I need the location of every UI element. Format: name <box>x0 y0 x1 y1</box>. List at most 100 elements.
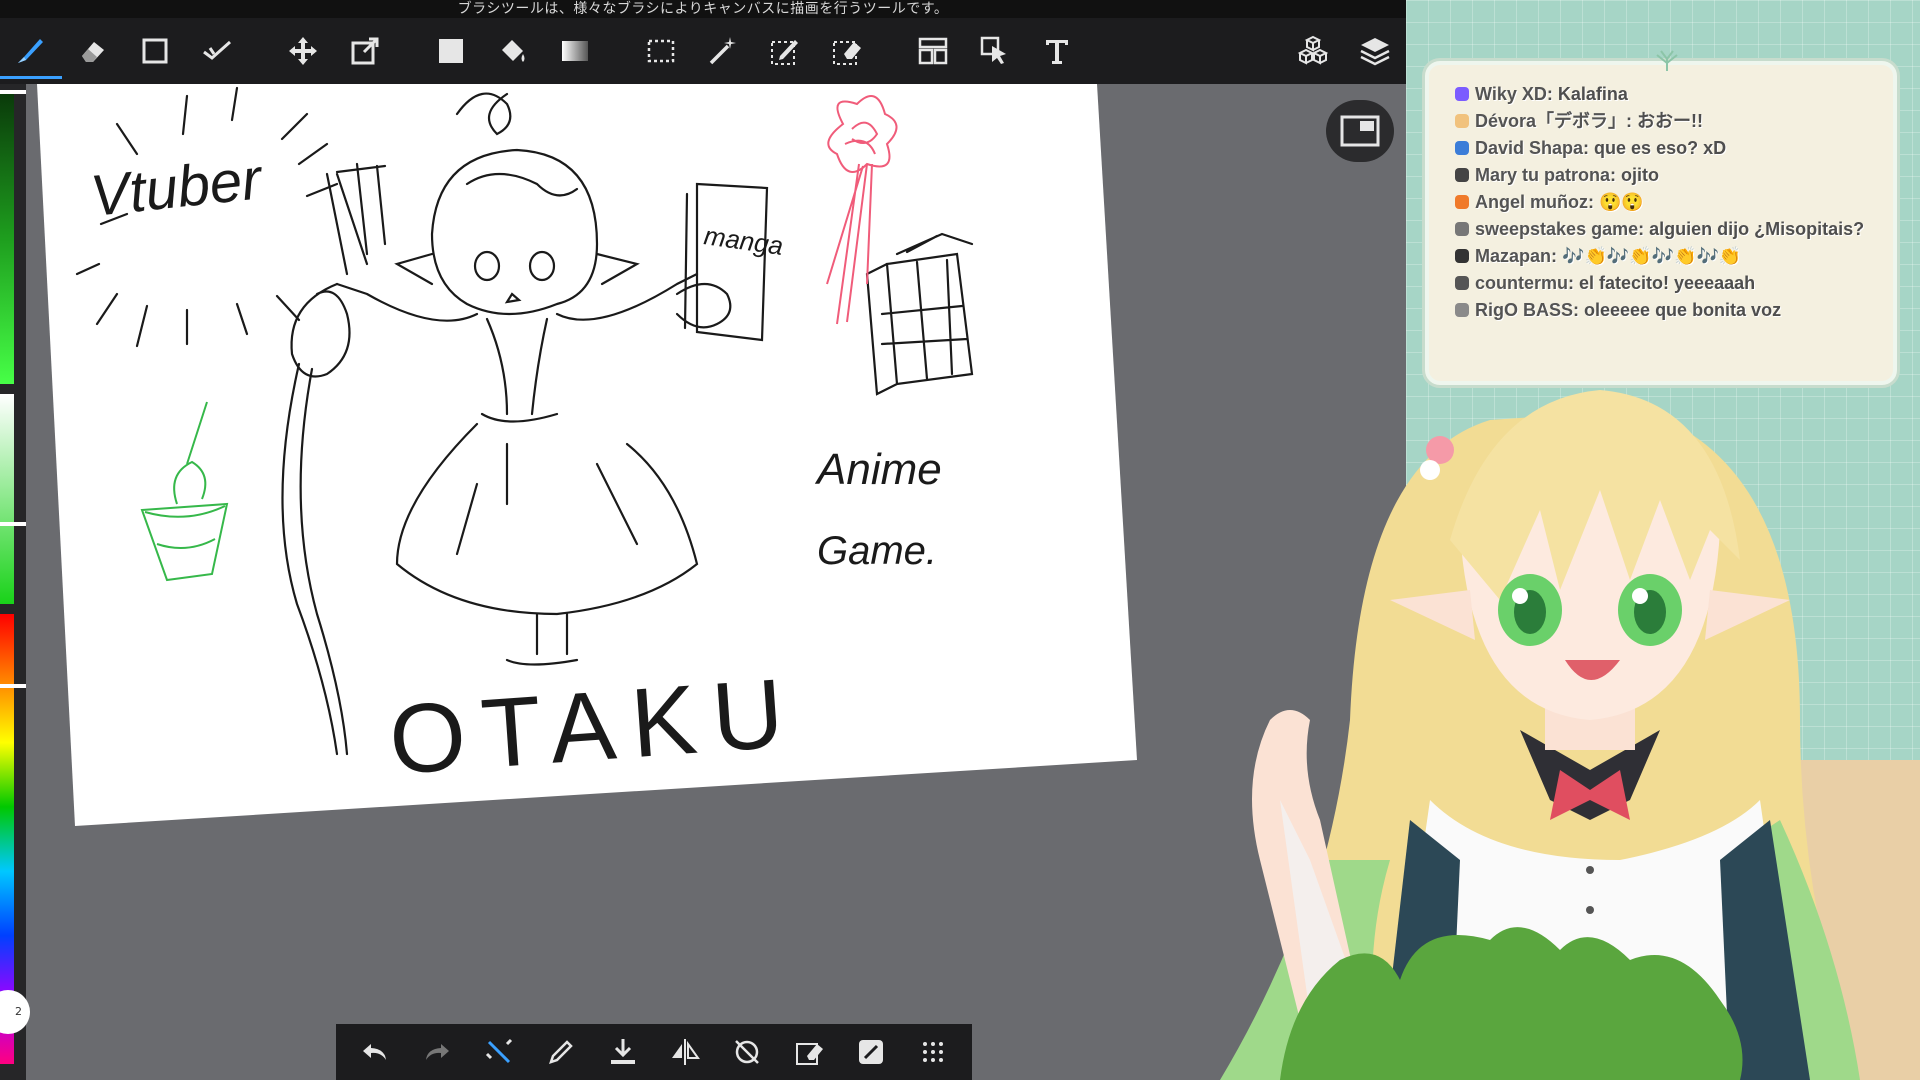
grid-menu-icon <box>923 1042 943 1062</box>
eraser-icon <box>82 42 104 62</box>
chat-username: Wiky XD <box>1475 84 1547 104</box>
bucket-icon <box>502 40 525 62</box>
clear-selection-button[interactable] <box>784 1027 834 1077</box>
select-clear-icon <box>796 1043 823 1065</box>
redo-icon <box>426 1044 449 1060</box>
chat-text: 😲😲 <box>1599 192 1644 212</box>
edit-icon <box>859 1040 883 1064</box>
chat-text: alguien dijo ¿Misopitais? <box>1649 219 1865 239</box>
bucket-tool-button[interactable] <box>482 23 544 79</box>
chat-text: おおー!! <box>1637 111 1704 131</box>
text-icon <box>1046 40 1068 64</box>
chat-message: Angel muñoz: 😲😲 <box>1455 189 1883 216</box>
gradient-tool-button[interactable] <box>544 23 606 79</box>
stream-screen: ブラシツールは、様々なブラシによりキャンバスに描画を行うツールです。 2 Vtu… <box>0 0 1920 1080</box>
chat-text: ojito <box>1621 165 1660 185</box>
move-icon <box>289 37 317 65</box>
chat-username: Dévora「デボラ」 <box>1475 111 1627 131</box>
user-badge-icon <box>1455 222 1469 236</box>
canvas-paper[interactable]: Vtuber manga Anime Game. OTAKU <box>37 84 1137 844</box>
chat-message: David Shapa: que es eso? xD <box>1455 135 1883 162</box>
user-badge-icon <box>1455 87 1469 101</box>
flip-icon <box>672 1039 700 1065</box>
transform-tool-button[interactable] <box>334 23 396 79</box>
slider-marker <box>0 522 26 526</box>
download-icon <box>611 1039 635 1064</box>
chat-text: 🎶👏🎶👏🎶👏🎶👏 <box>1562 246 1742 266</box>
eraser-tool-button[interactable] <box>62 23 124 79</box>
select-eraser-tool-button[interactable] <box>816 23 878 79</box>
game-text: Game. <box>817 529 937 573</box>
select-pen-icon <box>771 40 798 65</box>
select-pen-tool-button[interactable] <box>754 23 816 79</box>
bottom-toolbar <box>336 1024 972 1080</box>
drawing-canvas[interactable]: Vtuber manga Anime Game. OTAKU <box>37 84 1137 844</box>
magic-wand-tool-button[interactable] <box>692 23 754 79</box>
chat-text: el fatecito! yeeeaaah <box>1579 273 1756 293</box>
flip-button[interactable] <box>660 1027 710 1077</box>
leaf-ornament-icon <box>1656 50 1678 71</box>
canvas-view-button[interactable] <box>1326 100 1394 162</box>
materials-button[interactable] <box>1282 23 1344 79</box>
transform-brush-icon <box>485 1038 513 1064</box>
chat-message: Mazapan: 🎶👏🎶👏🎶👏🎶👏 <box>1455 243 1883 270</box>
chat-message-body: Mazapan: 🎶👏🎶👏🎶👏🎶👏 <box>1475 246 1742 266</box>
square-icon <box>142 38 168 64</box>
slider-marker <box>0 90 26 94</box>
shape-tool-button[interactable] <box>124 23 186 79</box>
frame-divider-tool-button[interactable] <box>902 23 964 79</box>
chat-username: countermu <box>1475 273 1569 293</box>
tool-hint-bar: ブラシツールは、様々なブラシによりキャンバスに描画を行うツールです。 <box>0 0 1406 18</box>
chat-username: Mazapan <box>1475 246 1552 266</box>
top-toolbar <box>0 18 1406 84</box>
eyedropper-button[interactable] <box>536 1027 586 1077</box>
menu-button[interactable] <box>908 1027 958 1077</box>
text-tool-button[interactable] <box>1026 23 1088 79</box>
chat-message-list: Wiky XD: Kalafina Dévora「デボラ」: おおー!! David… <box>1455 81 1883 324</box>
eyedropper-icon <box>549 1040 573 1064</box>
chat-message-body: Angel muñoz: 😲😲 <box>1475 192 1644 212</box>
chat-username: sweepstakes game <box>1475 219 1639 239</box>
color-picker-strip[interactable] <box>0 84 26 1080</box>
cursor-select-icon <box>980 36 1006 64</box>
undo-button[interactable] <box>350 1027 400 1077</box>
operation-tool-button[interactable] <box>964 23 1026 79</box>
rotate-reset-button[interactable] <box>722 1027 772 1077</box>
chat-username: David Shapa <box>1475 138 1584 158</box>
saturation-slider[interactable] <box>0 394 14 604</box>
gradient-icon <box>562 41 588 61</box>
user-badge-icon <box>1455 195 1469 209</box>
chat-message-body: Wiky XD: Kalafina <box>1475 84 1628 104</box>
user-badge-icon <box>1455 249 1469 263</box>
chat-message: Wiky XD: Kalafina <box>1455 81 1883 108</box>
chat-username: Mary tu patrona <box>1475 165 1611 185</box>
fill-color-swatch[interactable] <box>420 23 482 79</box>
user-badge-icon <box>1455 168 1469 182</box>
rotate-off-icon <box>735 1040 759 1064</box>
select-tool-button[interactable] <box>630 23 692 79</box>
smudge-tool-button[interactable] <box>186 23 248 79</box>
frame-divider-icon <box>918 37 948 65</box>
layers-button[interactable] <box>1344 23 1406 79</box>
move-tool-button[interactable] <box>272 23 334 79</box>
transform-button[interactable] <box>474 1027 524 1077</box>
chat-message: sweepstakes game: alguien dijo ¿Misopita… <box>1455 216 1883 243</box>
magic-wand-icon <box>709 37 736 65</box>
color-swatch-icon <box>439 39 463 63</box>
marquee-icon <box>647 39 675 63</box>
redo-button[interactable] <box>412 1027 462 1077</box>
value-slider[interactable] <box>0 94 14 384</box>
layers-icon <box>1360 38 1390 66</box>
chat-message-body: Mary tu patrona: ojito <box>1475 165 1660 185</box>
undo-icon <box>363 1044 386 1060</box>
brush-tool-button[interactable] <box>0 23 62 79</box>
edit-button[interactable] <box>846 1027 896 1077</box>
chat-message-body: Dévora「デボラ」: おおー!! <box>1475 111 1704 131</box>
chat-message: countermu: el fatecito! yeeeaaah <box>1455 270 1883 297</box>
user-badge-icon <box>1455 141 1469 155</box>
chat-message-body: sweepstakes game: alguien dijo ¿Misopita… <box>1475 219 1865 239</box>
chat-message-body: countermu: el fatecito! yeeeaaah <box>1475 273 1756 293</box>
save-button[interactable] <box>598 1027 648 1077</box>
anime-text: Anime <box>814 445 942 494</box>
transform-icon <box>351 37 379 65</box>
